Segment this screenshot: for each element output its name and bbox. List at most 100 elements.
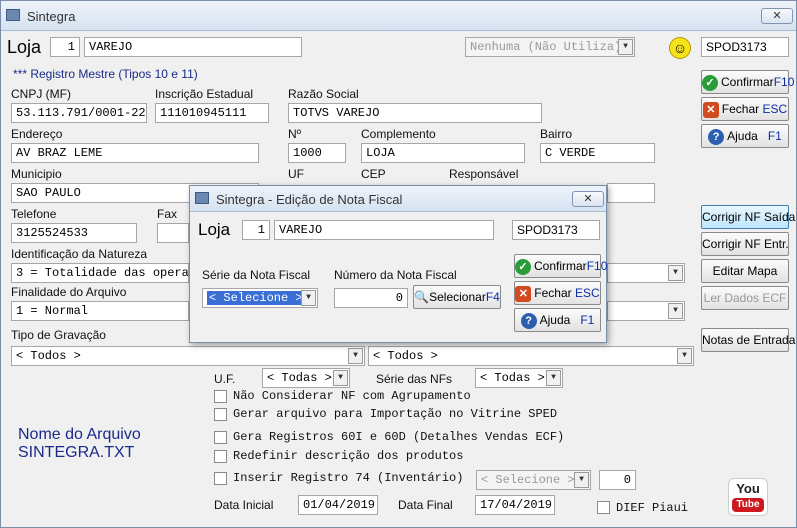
- dialog-loja-number[interactable]: 1: [242, 220, 270, 240]
- title-bar: Sintegra ✕: [1, 1, 796, 31]
- nenhuma-combo-value: Nenhuma (Não Utiliza): [470, 40, 622, 54]
- chevron-down-icon: ▼: [301, 290, 316, 306]
- gravacao-value-2: < Todos >: [373, 349, 438, 363]
- endereco-field[interactable]: AV BRAZ LEME: [11, 143, 259, 163]
- gravacao-combo-2[interactable]: < Todos > ▼: [368, 346, 694, 366]
- bairro-field[interactable]: C VERDE: [540, 143, 655, 163]
- corrigir-entr-button[interactable]: Corrigir NF Entr.: [701, 232, 789, 256]
- close-button[interactable]: ✕: [761, 8, 793, 24]
- dialog-title-bar: Sintegra - Edição de Nota Fiscal ✕: [190, 186, 606, 212]
- serie-nfs-combo[interactable]: < Todas > ▼: [475, 368, 563, 388]
- dialog-numero-field[interactable]: 0: [334, 288, 408, 308]
- natureza-combo-end[interactable]: ▼: [607, 263, 685, 283]
- telefone-label: Telefone: [11, 207, 57, 221]
- dialog-loja-name[interactable]: VAREJO: [274, 220, 494, 240]
- confirmar-button[interactable]: ✓ ConfirmarF10: [701, 70, 794, 94]
- youtube-icon[interactable]: You Tube: [728, 478, 768, 516]
- arquivo-name: SINTEGRA.TXT: [18, 444, 135, 461]
- data-final-label: Data Final: [398, 498, 453, 512]
- loja-label: Loja: [7, 37, 42, 57]
- data-inicial-field[interactable]: 01/04/2019: [298, 495, 378, 515]
- dialog-selecionar-button[interactable]: 🔍SelecionarF4: [413, 285, 501, 309]
- checkbox-dief[interactable]: [597, 501, 610, 514]
- data-final-field[interactable]: 17/04/2019: [475, 495, 555, 515]
- editar-mapa-button[interactable]: Editar Mapa: [701, 259, 789, 283]
- natureza-combo[interactable]: 3 = Totalidade das operaç: [11, 263, 189, 283]
- finalidade-combo-end[interactable]: ▼: [607, 301, 685, 321]
- uf-label: UF: [288, 167, 304, 181]
- fechar-label: Fechar: [721, 102, 760, 116]
- razao-label: Razão Social: [288, 87, 359, 101]
- cnpj-field[interactable]: 53.113.791/0001-22: [11, 103, 147, 123]
- dialog-close-button[interactable]: ✕: [572, 191, 604, 207]
- complemento-field[interactable]: LOJA: [361, 143, 525, 163]
- serie-nfs-value: < Todas >: [480, 371, 545, 385]
- fechar-button[interactable]: ✕ Fechar ESC: [701, 97, 789, 121]
- gravacao-label: Tipo de Gravação: [11, 328, 106, 342]
- ie-field[interactable]: 111010945111: [155, 103, 269, 123]
- edicao-nf-dialog: Sintegra - Edição de Nota Fiscal ✕ Loja …: [189, 185, 607, 343]
- registro-mestre-heading: *** Registro Mestre (Tipos 10 e 11): [13, 67, 198, 81]
- checkbox-label-1: Gerar arquivo para Importação no Vitrine…: [233, 407, 558, 421]
- dialog-serie-label: Série da Nota Fiscal: [202, 268, 311, 282]
- serie-nfs-label: Série das NFs: [376, 372, 453, 386]
- chevron-down-icon: ▼: [348, 348, 363, 364]
- responsavel-label: Responsável: [449, 167, 519, 181]
- sintegra-window: Sintegra ✕ Loja 1 VAREJO Nenhuma (Não Ut…: [0, 0, 797, 528]
- dialog-ajuda-button[interactable]: ? Ajuda F1: [514, 308, 601, 332]
- confirmar-label: Confirmar: [721, 75, 774, 89]
- checkbox-nao-considerar[interactable]: [214, 390, 227, 403]
- ler-ecf-button: Ler Dados ECF: [701, 286, 789, 310]
- reg74-select-value: < Selecione >: [481, 473, 575, 487]
- checkbox-label-3: Redefinir descrição dos produtos: [233, 449, 464, 463]
- finalidade-value: 1 = Normal: [16, 304, 89, 318]
- dialog-selecionar-label: Selecionar: [429, 290, 486, 304]
- ajuda-button[interactable]: ? Ajuda F1: [701, 124, 789, 148]
- fax-field[interactable]: [157, 223, 189, 243]
- checkbox-vitrine-sped[interactable]: [214, 408, 227, 421]
- dialog-fechar-label: Fechar: [534, 286, 572, 300]
- checkbox-60i-60d[interactable]: [214, 431, 227, 444]
- razao-field[interactable]: TOTVS VAREJO: [288, 103, 542, 123]
- checkbox-registro-74[interactable]: [214, 472, 227, 485]
- checkbox-redefinir[interactable]: [214, 450, 227, 463]
- numero-field[interactable]: 1000: [288, 143, 346, 163]
- dialog-serie-value: < Selecione >: [207, 291, 305, 305]
- uf2-combo[interactable]: < Todas > ▼: [262, 368, 350, 388]
- natureza-value: 3 = Totalidade das operaç: [16, 266, 189, 280]
- loja-number-field[interactable]: 1: [50, 37, 80, 57]
- reg74-value-field[interactable]: 0: [599, 470, 636, 490]
- complemento-label: Complemento: [361, 127, 436, 141]
- checkbox-label-4: Inserir Registro 74 (Inventário): [233, 471, 464, 485]
- dialog-ajuda-key: F1: [580, 313, 595, 327]
- uf2-label: U.F.: [214, 372, 236, 386]
- dialog-fechar-button[interactable]: ✕ Fechar ESC: [514, 281, 601, 305]
- finalidade-combo[interactable]: 1 = Normal: [11, 301, 189, 321]
- dialog-serie-combo[interactable]: < Selecione > ▼: [202, 288, 318, 308]
- chevron-down-icon: ▼: [668, 265, 683, 281]
- telefone-field[interactable]: 3125524533: [11, 223, 137, 243]
- youtube-text-2: Tube: [732, 498, 764, 512]
- endereco-label: Endereço: [11, 127, 63, 141]
- smiley-icon[interactable]: ☺: [669, 37, 691, 59]
- dialog-fechar-key: ESC: [575, 286, 600, 300]
- close-icon: ✕: [515, 285, 532, 302]
- dialog-confirmar-button[interactable]: ✓ ConfirmarF10: [514, 254, 607, 278]
- dialog-selecionar-key: F4: [485, 290, 500, 304]
- bairro-label: Bairro: [540, 127, 573, 141]
- corrigir-saida-button[interactable]: Corrigir NF Saída: [701, 205, 795, 229]
- gravacao-combo-1[interactable]: < Todos > ▼: [11, 346, 365, 366]
- dialog-code-field: SPOD3173: [512, 220, 600, 240]
- check-icon: ✓: [515, 258, 531, 275]
- dialog-confirmar-key: F10: [586, 259, 608, 273]
- loja-name-field[interactable]: VAREJO: [84, 37, 302, 57]
- gravacao-value-1: < Todos >: [16, 349, 81, 363]
- help-icon: ?: [520, 312, 537, 329]
- data-inicial-label: Data Inicial: [214, 498, 274, 512]
- responsavel-field[interactable]: [607, 183, 655, 203]
- confirmar-key: F10: [773, 75, 795, 89]
- dialog-app-icon: [195, 192, 209, 204]
- chevron-down-icon: ▼: [618, 39, 633, 55]
- notas-entrada-button[interactable]: Notas de Entrada: [701, 328, 795, 352]
- close-icon: ✕: [702, 101, 719, 118]
